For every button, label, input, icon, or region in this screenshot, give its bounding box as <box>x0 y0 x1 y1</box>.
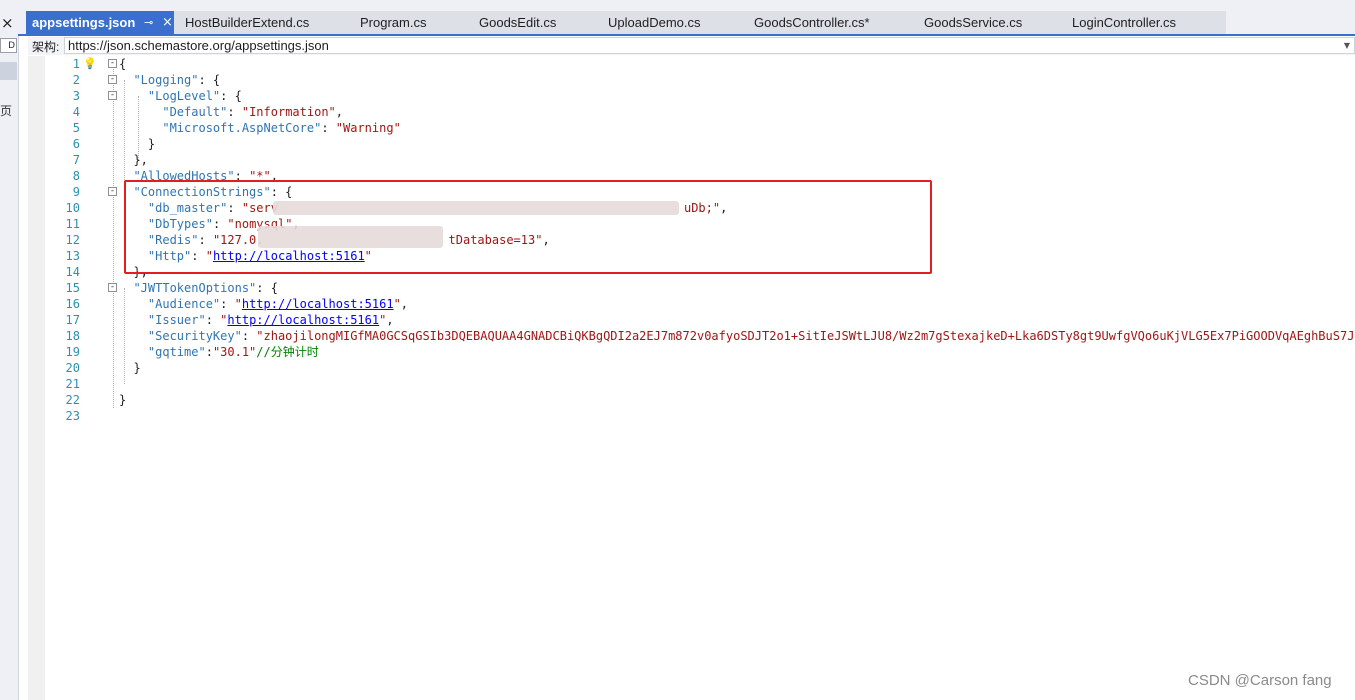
document-tab-bar: appsettings.json ⊸ × HostBuilderExtend.c… <box>18 0 1355 36</box>
fold-toggle[interactable]: - <box>108 75 117 84</box>
code-token: : <box>220 297 235 311</box>
code-token: } <box>133 361 141 375</box>
schema-label: 架构: <box>32 40 60 54</box>
code-token: : { <box>198 73 221 87</box>
line-number: 4 <box>72 105 80 119</box>
code-token: : <box>205 313 221 327</box>
json-key: "SecurityKey" <box>147 329 242 343</box>
tab-label: Program.cs <box>360 15 427 30</box>
json-string: " <box>393 297 401 311</box>
code-token: , <box>400 297 409 311</box>
panel-dropdown-text: D <box>8 41 15 51</box>
code-comment: //分钟计时 <box>256 345 319 359</box>
tab-goodsedit[interactable]: GoodsEdit.cs <box>479 11 556 34</box>
line-number: 2 <box>72 73 80 87</box>
schema-url-dropdown[interactable]: https://json.schemastore.org/appsettings… <box>64 37 1355 54</box>
json-key: "gqtime" <box>147 345 206 359</box>
json-key: "Audience" <box>147 297 221 311</box>
line-number: 19 <box>65 345 80 359</box>
fold-toggle[interactable]: - <box>108 187 117 196</box>
tab-label: GoodsController.cs* <box>754 15 870 30</box>
tab-uploaddemo[interactable]: UploadDemo.cs <box>608 11 701 34</box>
tab-goodsservice[interactable]: GoodsService.cs <box>924 11 1022 34</box>
panel-dropdown[interactable]: D <box>0 38 17 53</box>
line-number: 20 <box>65 361 80 375</box>
active-tab-underline <box>18 34 1355 36</box>
code-token: : <box>205 345 213 359</box>
code-token: } <box>119 393 127 407</box>
line-number: 12 <box>65 233 80 247</box>
json-key: "Logging" <box>133 73 199 87</box>
left-tool-strip: × D 页 <box>0 0 19 700</box>
line-number: 15 <box>65 281 80 295</box>
json-string: " <box>234 297 242 311</box>
tab-label: GoodsEdit.cs <box>479 15 557 30</box>
close-icon[interactable]: × <box>1 14 14 32</box>
json-key: "LogLevel" <box>147 89 221 103</box>
line-number: 11 <box>65 217 80 231</box>
fold-toggle[interactable]: - <box>108 59 117 68</box>
line-number: 17 <box>65 313 80 327</box>
line-number: 7 <box>72 153 80 167</box>
line-number: 23 <box>65 409 80 423</box>
code-token: : <box>321 121 336 135</box>
line-number: 8 <box>72 169 80 183</box>
code-token: : { <box>256 281 278 295</box>
json-string: "Warning" <box>335 121 401 135</box>
json-key: "Default" <box>162 105 228 119</box>
code-token: { <box>119 57 127 71</box>
line-number: 6 <box>72 137 80 151</box>
tab-program[interactable]: Program.cs <box>360 11 426 34</box>
line-number: 18 <box>65 329 80 343</box>
tab-hostbuilderextend[interactable]: HostBuilderExtend.cs <box>185 11 309 34</box>
tab-logincontroller[interactable]: LoginController.cs <box>1072 11 1176 34</box>
fold-toggle[interactable]: - <box>108 91 117 100</box>
line-number: 10 <box>65 201 80 215</box>
tab-goodscontroller[interactable]: GoodsController.cs* <box>754 11 870 34</box>
close-tab-icon[interactable]: × <box>162 11 173 34</box>
pin-icon[interactable]: ⊸ <box>144 11 153 34</box>
tab-label: HostBuilderExtend.cs <box>185 15 310 30</box>
line-number: 22 <box>65 393 80 407</box>
tab-label: GoodsService.cs <box>924 15 1023 30</box>
tab-label: LoginController.cs <box>1072 15 1177 30</box>
editor-margin <box>28 56 45 700</box>
code-token: , <box>386 313 394 327</box>
tab-appsettings-json[interactable]: appsettings.json ⊸ × <box>26 11 174 34</box>
json-string: "30.1" <box>212 345 257 359</box>
panel-selected-item[interactable] <box>0 62 17 80</box>
json-key: "Microsoft.AspNetCore" <box>162 121 322 135</box>
line-number: 5 <box>72 121 80 135</box>
json-key: "Issuer" <box>147 313 206 327</box>
line-number: 14 <box>65 265 80 279</box>
line-number: 3 <box>72 89 80 103</box>
line-number: 13 <box>65 249 80 263</box>
line-number: 1 <box>72 57 80 71</box>
json-string: "zhaojilongMIGfMA0GCSqGSIb3DQEBAQUAA4GNA… <box>256 329 1355 343</box>
fold-toggle[interactable]: - <box>108 283 117 292</box>
watermark: CSDN @Carson fang <box>1188 672 1332 689</box>
json-string: "Information" <box>241 105 336 119</box>
code-token: } <box>147 137 156 151</box>
line-number: 16 <box>65 297 80 311</box>
chevron-down-icon[interactable]: ▼ <box>1344 38 1350 53</box>
url-link[interactable]: http://localhost:5161 <box>227 313 379 327</box>
code-token: : <box>227 105 242 119</box>
url-link[interactable]: http://localhost:5161 <box>242 297 394 311</box>
schema-url: https://json.schemastore.org/appsettings… <box>68 38 329 53</box>
code-token: : <box>241 329 257 343</box>
highlight-box <box>124 180 932 274</box>
line-number: 21 <box>65 377 80 391</box>
line-number: 9 <box>72 185 80 199</box>
code-editor[interactable]: 💡 1-{ 2- "Logging": { 3- "LogLevel": { 4… <box>45 56 1355 700</box>
tab-label: appsettings.json <box>32 15 136 30</box>
panel-side-label: 页 <box>0 104 13 118</box>
json-key: "JWTTokenOptions" <box>133 281 257 295</box>
code-token: }, <box>133 153 148 167</box>
code-token: , <box>335 105 343 119</box>
schema-bar: 架构: https://json.schemastore.org/appsett… <box>28 37 1355 55</box>
tab-label: UploadDemo.cs <box>608 15 701 30</box>
code-token: : { <box>220 89 242 103</box>
